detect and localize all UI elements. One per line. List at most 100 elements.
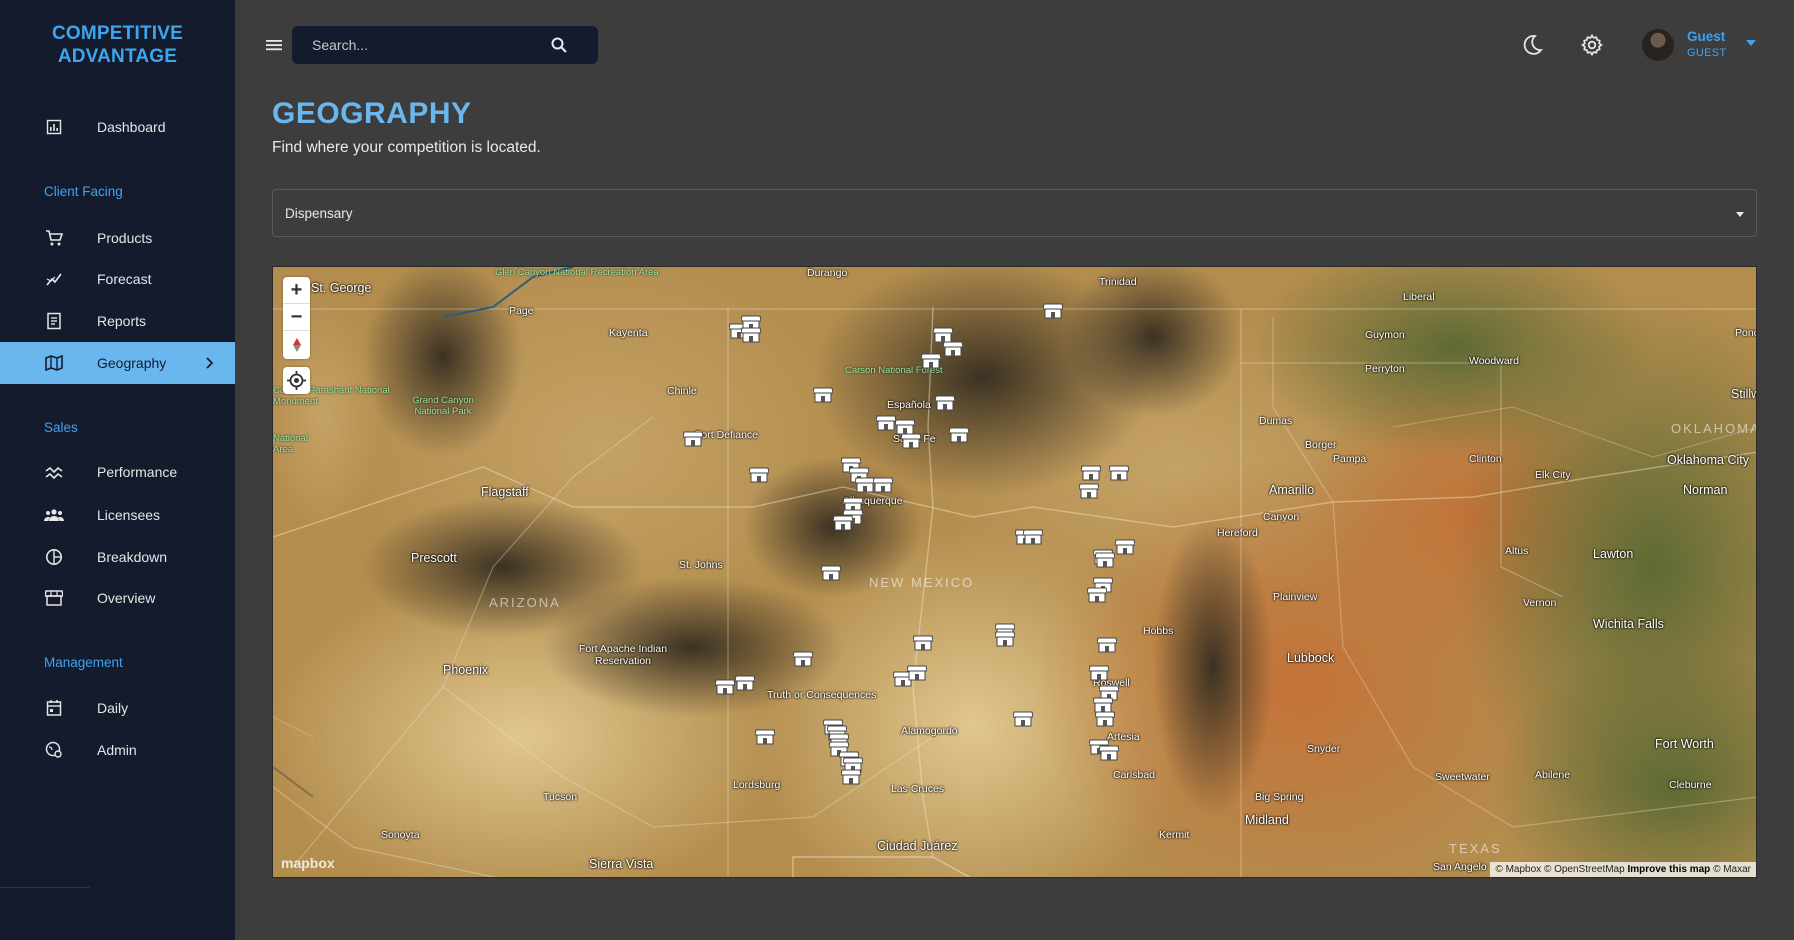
receipt-icon: [44, 311, 64, 331]
store-marker-icon[interactable]: [748, 467, 770, 483]
map-icon: [44, 353, 64, 373]
section-client-facing: Client Facing: [44, 184, 123, 199]
sidebar-item-daily[interactable]: Daily: [0, 687, 235, 729]
sidebar-item-forecast[interactable]: Forecast: [0, 258, 235, 300]
user-name[interactable]: Guest: [1687, 29, 1725, 44]
store-marker-icon[interactable]: [754, 729, 776, 745]
sidebar-item-label: Overview: [97, 590, 156, 606]
store-marker-icon[interactable]: [740, 327, 762, 343]
map-label: Fort Worth: [1655, 737, 1714, 751]
map-label: Flagstaff: [481, 485, 529, 499]
settings-icon[interactable]: [1580, 33, 1604, 57]
sidebar-item-licensees[interactable]: Licensees: [0, 494, 235, 536]
competition-map[interactable]: St. George Glen Canyon National Recreati…: [272, 266, 1757, 878]
map-label: Hobbs: [1143, 625, 1174, 637]
map-label: Abilene: [1535, 769, 1571, 781]
search-bar: [292, 26, 598, 64]
map-label: Plainview: [1273, 591, 1318, 603]
map-label: TEXAS: [1449, 841, 1502, 856]
chevron-down-icon[interactable]: [1746, 40, 1756, 46]
store-marker-icon[interactable]: [872, 477, 894, 493]
map-label: Truth or Consequences: [767, 689, 877, 701]
store-marker-icon[interactable]: [942, 341, 964, 357]
store-marker-icon[interactable]: [682, 431, 704, 447]
page-subtitle: Find where your competition is located.: [272, 139, 541, 156]
store-marker-icon[interactable]: [840, 769, 862, 785]
geolocate-button[interactable]: [283, 367, 310, 394]
trending-icon: [44, 269, 64, 289]
store-marker-icon[interactable]: [920, 353, 942, 369]
brand-logo[interactable]: COMPETITIVE ADVANTAGE: [0, 22, 235, 68]
section-sales: Sales: [44, 420, 78, 435]
store-marker-icon[interactable]: [1022, 529, 1044, 545]
store-marker-icon[interactable]: [1114, 539, 1136, 555]
menu-icon[interactable]: [265, 36, 283, 54]
store-marker-icon[interactable]: [1096, 637, 1118, 653]
store-marker-icon[interactable]: [792, 651, 814, 667]
improve-map-link[interactable]: Improve this map: [1627, 864, 1710, 875]
store-marker-icon[interactable]: [734, 675, 756, 691]
sidebar-item-label: Admin: [97, 742, 137, 758]
mapbox-logo[interactable]: mapbox: [281, 855, 335, 871]
sidebar-item-products[interactable]: Products: [0, 217, 235, 259]
map-label: Oklahoma City: [1667, 453, 1749, 467]
store-marker-icon[interactable]: [1078, 483, 1100, 499]
store-marker-icon[interactable]: [900, 433, 922, 449]
store-marker-icon[interactable]: [1012, 711, 1034, 727]
map-label: Elk City: [1535, 469, 1571, 481]
search-input[interactable]: [312, 26, 552, 64]
map-label: Fort Apache Indian Reservation: [578, 643, 668, 667]
store-marker-icon[interactable]: [1080, 465, 1102, 481]
store-marker-icon[interactable]: [994, 631, 1016, 647]
map-label: St. Johns: [679, 559, 723, 571]
store-marker-icon[interactable]: [912, 635, 934, 651]
store-marker-icon[interactable]: [934, 395, 956, 411]
map-label: Vernon: [1523, 597, 1557, 609]
attribution-suffix: © Maxar: [1713, 864, 1751, 875]
map-label: Sierra Vista: [589, 857, 654, 871]
category-select[interactable]: Dispensary: [272, 189, 1757, 237]
store-marker-icon[interactable]: [820, 565, 842, 581]
store-marker-icon[interactable]: [1088, 665, 1110, 681]
select-value: Dispensary: [285, 206, 353, 221]
sidebar-item-label: Dashboard: [97, 119, 166, 135]
dropdown-arrow-icon: [1736, 212, 1744, 217]
sidebar-item-admin[interactable]: Admin: [0, 729, 235, 771]
store-marker-icon[interactable]: [832, 515, 854, 531]
brand-line2: ADVANTAGE: [57, 46, 178, 67]
map-label: Sweetwater: [1435, 771, 1490, 783]
store-marker-icon[interactable]: [714, 679, 736, 695]
dark-mode-icon[interactable]: [1520, 33, 1544, 57]
section-management: Management: [44, 655, 123, 670]
sidebar-item-reports[interactable]: Reports: [0, 300, 235, 342]
store-marker-icon[interactable]: [906, 665, 928, 681]
sidebar-item-geography[interactable]: Geography: [0, 342, 235, 384]
store-marker-icon[interactable]: [1094, 711, 1116, 727]
map-label: Midland: [1245, 813, 1289, 827]
store-marker-icon[interactable]: [1094, 552, 1116, 568]
map-label: Norman: [1683, 483, 1728, 497]
store-marker-icon[interactable]: [1042, 303, 1064, 319]
store-marker-icon[interactable]: [1086, 587, 1108, 603]
sidebar: COMPETITIVE ADVANTAGE Dashboard Client F…: [0, 0, 235, 940]
store-marker-icon[interactable]: [1108, 465, 1130, 481]
compass-button[interactable]: [283, 331, 310, 358]
map-label: Las Cruces: [891, 783, 945, 795]
sidebar-item-breakdown[interactable]: Breakdown: [0, 536, 235, 578]
sidebar-item-dashboard[interactable]: Dashboard: [0, 106, 235, 148]
map-label: Hereford: [1217, 527, 1258, 539]
zoom-out-button[interactable]: −: [283, 304, 310, 331]
store-marker-icon[interactable]: [875, 415, 897, 431]
store-marker-icon[interactable]: [1098, 745, 1120, 761]
map-label: Kermit: [1159, 829, 1190, 841]
avatar[interactable]: [1642, 29, 1674, 61]
store-marker-icon[interactable]: [854, 477, 876, 493]
sidebar-item-overview[interactable]: Overview: [0, 577, 235, 619]
locate-icon: [287, 371, 306, 390]
store-marker-icon[interactable]: [948, 427, 970, 443]
zoom-in-button[interactable]: +: [283, 277, 310, 304]
search-icon[interactable]: [550, 36, 568, 54]
store-marker-icon[interactable]: [812, 387, 834, 403]
sidebar-item-performance[interactable]: Performance: [0, 451, 235, 493]
map-label: Durango: [807, 267, 848, 279]
